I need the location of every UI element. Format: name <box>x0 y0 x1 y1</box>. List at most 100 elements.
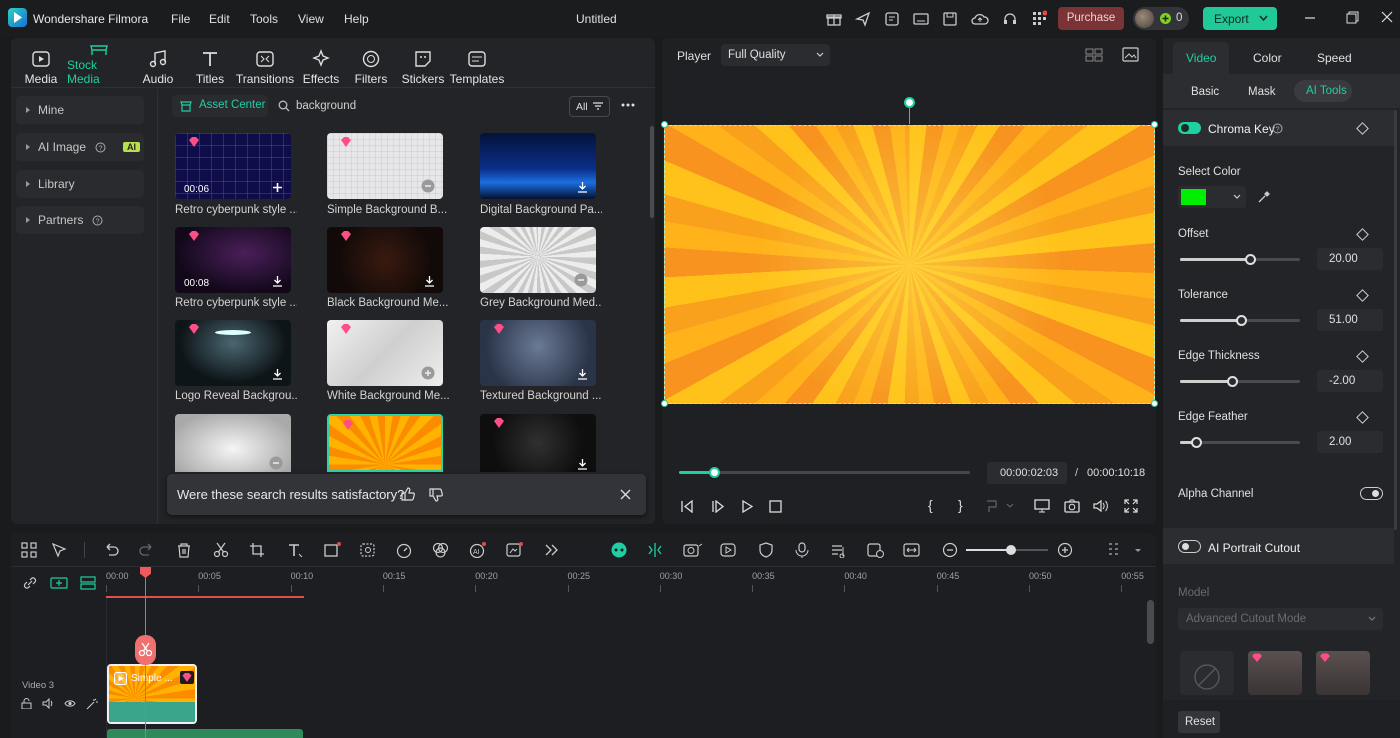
more-options-icon[interactable] <box>621 103 635 107</box>
param-slider-knob[interactable] <box>1226 376 1238 387</box>
shape-tool-icon[interactable] <box>324 542 342 558</box>
undo-icon[interactable] <box>103 542 119 558</box>
asset-thumb-retro-cyberpunk-2[interactable]: 00:08 <box>175 227 291 293</box>
tab-video[interactable]: Video <box>1173 42 1229 74</box>
tab-stock-media[interactable]: Stock Media <box>67 42 131 86</box>
added-check-icon[interactable] <box>421 179 435 193</box>
crop-icon[interactable] <box>249 542 265 558</box>
ai-assistant-icon[interactable] <box>610 542 628 558</box>
download-icon[interactable] <box>272 275 283 287</box>
text-tool-icon[interactable] <box>287 542 305 558</box>
sidebar-item-partners[interactable]: Partners ? <box>16 206 144 234</box>
zoom-out-icon[interactable] <box>942 542 958 558</box>
thumbs-down-icon[interactable] <box>429 488 443 502</box>
delete-icon[interactable] <box>176 542 192 558</box>
save-icon[interactable] <box>942 11 958 27</box>
mute-speaker-icon[interactable] <box>42 698 54 709</box>
tab-transitions[interactable]: Transitions <box>236 42 294 86</box>
ai-audio-icon[interactable]: AI <box>469 542 487 558</box>
magic-wand-icon[interactable] <box>86 698 98 710</box>
mark-out-icon[interactable]: } <box>958 497 963 513</box>
project-icon[interactable] <box>884 11 900 27</box>
tab-color[interactable]: Color <box>1253 51 1282 65</box>
record-camera-icon[interactable] <box>683 542 703 558</box>
download-icon[interactable] <box>577 458 588 470</box>
volume-icon[interactable] <box>1093 499 1109 513</box>
quality-dropdown[interactable]: Full Quality <box>721 44 830 66</box>
close-window-icon[interactable] <box>1381 11 1393 23</box>
apps-grid-icon[interactable] <box>1031 10 1047 27</box>
thumbs-up-icon[interactable] <box>401 487 415 501</box>
param-value-input[interactable]: 20.00 <box>1317 248 1383 270</box>
link-clips-icon[interactable] <box>22 575 38 591</box>
download-icon[interactable] <box>577 181 588 193</box>
play-icon[interactable] <box>741 500 753 513</box>
render-preview-icon[interactable] <box>720 542 738 558</box>
asset-thumb-textured-background[interactable] <box>480 320 596 386</box>
reset-button[interactable]: Reset <box>1178 711 1220 733</box>
auto-ripple-icon[interactable] <box>646 542 664 558</box>
stop-icon[interactable] <box>769 500 782 513</box>
asset-thumb-logo-reveal[interactable] <box>175 320 291 386</box>
split-scissors-button[interactable] <box>135 635 156 665</box>
headset-icon[interactable] <box>1002 11 1018 27</box>
param-value-input[interactable]: 2.00 <box>1317 431 1383 453</box>
tab-templates[interactable]: Templates <box>450 42 504 86</box>
download-icon[interactable] <box>577 368 588 380</box>
sidebar-item-mine[interactable]: Mine <box>16 96 144 124</box>
inspector-scrollbar[interactable] <box>1394 110 1397 530</box>
asset-thumb-dark-texture[interactable] <box>480 414 596 472</box>
resize-handle-tr[interactable] <box>1151 121 1158 128</box>
resize-handle-tl[interactable] <box>661 121 668 128</box>
menu-tools[interactable]: Tools <box>250 12 278 26</box>
restore-icon[interactable] <box>1346 11 1359 24</box>
ai-smart-cutout-icon[interactable] <box>360 542 378 558</box>
lock-icon[interactable] <box>21 698 32 709</box>
param-value-input[interactable]: -2.00 <box>1317 370 1383 392</box>
selection-frame[interactable] <box>664 125 1155 404</box>
purchase-button[interactable]: Purchase <box>1058 7 1124 30</box>
player-progress-track[interactable] <box>679 471 970 474</box>
shield-icon[interactable] <box>758 542 774 558</box>
tab-stickers[interactable]: Stickers <box>401 42 445 86</box>
more-tools-chevron-icon[interactable] <box>544 542 560 558</box>
asset-thumb-orange-sunburst[interactable] <box>327 414 443 472</box>
search-input[interactable]: background <box>296 100 356 112</box>
add-track-icon[interactable] <box>50 576 68 590</box>
param-slider-knob[interactable] <box>1190 437 1202 448</box>
select-cursor-icon[interactable] <box>51 542 67 558</box>
menu-file[interactable]: File <box>171 12 190 26</box>
timeline-settings-grip-icon[interactable] <box>1108 542 1122 560</box>
eyedropper-icon[interactable] <box>1257 190 1271 204</box>
resize-handle-br[interactable] <box>1151 400 1158 407</box>
close-icon[interactable] <box>620 489 631 500</box>
asset-thumb-simple-background[interactable] <box>327 133 443 199</box>
asset-thumb-white-studio[interactable] <box>175 414 291 472</box>
resize-handle-bl[interactable] <box>661 400 668 407</box>
proxy-media-icon[interactable] <box>867 542 885 558</box>
timeline-clip[interactable]: Simple ... <box>107 664 197 724</box>
marker-dropdown-icon[interactable] <box>985 499 1015 513</box>
layout-grid-icon[interactable] <box>21 542 37 558</box>
mark-in-icon[interactable]: { <box>928 497 933 513</box>
cloud-upload-icon[interactable] <box>971 11 989 27</box>
download-icon[interactable] <box>424 275 435 287</box>
help-circle-icon[interactable]: ? <box>1272 123 1283 134</box>
tab-filters[interactable]: Filters <box>351 42 391 86</box>
monitor-icon[interactable] <box>913 11 929 27</box>
speed-ramp-icon[interactable] <box>396 542 414 558</box>
subtab-mask[interactable]: Mask <box>1248 86 1275 98</box>
timeline-ruler[interactable]: 00:00 00:05 00:10 00:15 00:20 00:25 00:30 00:35… <box>106 567 1146 597</box>
track-manager-icon[interactable] <box>80 576 96 590</box>
asset-thumb-black-background[interactable] <box>327 227 443 293</box>
next-frame-icon[interactable] <box>711 500 725 513</box>
chevron-down-icon[interactable] <box>1134 548 1142 554</box>
asset-thumb-retro-cyberpunk-1[interactable]: 00:06 <box>175 133 291 199</box>
tab-titles[interactable]: Titles <box>193 42 227 86</box>
asset-thumb-white-background[interactable] <box>327 320 443 386</box>
asset-center-button[interactable]: Asset Center <box>172 95 268 117</box>
ai-portrait-toggle[interactable] <box>1178 540 1201 553</box>
cutout-option-2[interactable] <box>1316 651 1370 695</box>
menu-view[interactable]: View <box>298 12 324 26</box>
gift-icon[interactable] <box>826 11 842 27</box>
